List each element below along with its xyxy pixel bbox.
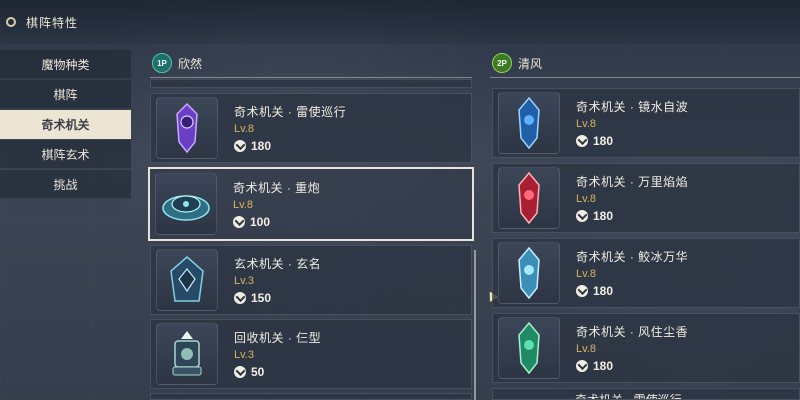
player2-badge: 2P — [492, 53, 512, 73]
mechanism-level: Lv.8 — [576, 268, 596, 280]
mechanism-card[interactable]: 奇术机关 · 镜水自波 Lv.8 180 — [492, 88, 800, 158]
cost-icon — [576, 210, 588, 222]
cost-icon — [576, 285, 588, 297]
mystic-tower-icon — [170, 256, 204, 302]
player1-header: 1P 欣然 — [152, 53, 202, 73]
mechanism-card[interactable]: 奇术机关 · 雷使巡行 Lv.8 180 — [150, 93, 472, 163]
mechanism-card-selected[interactable]: 奇术机关 · 重炮 Lv.8 100 — [148, 167, 474, 241]
cost-icon — [576, 135, 588, 147]
mechanism-cost: 180 — [593, 134, 614, 148]
mechanism-level: Lv.8 — [234, 123, 254, 135]
player1-divider — [150, 77, 472, 78]
mechanism-cost: 100 — [250, 215, 271, 229]
player1-card-partial-bottom[interactable] — [150, 393, 472, 400]
cost-icon — [576, 360, 588, 372]
mechanism-level: Lv.3 — [234, 349, 254, 361]
mechanism-level: Lv.8 — [233, 199, 253, 211]
mechanism-name: 奇术机关 · 镜水自波 — [576, 100, 689, 114]
ice-tower-icon — [518, 246, 540, 300]
mechanism-cost: 50 — [251, 365, 265, 379]
mechanism-thumbnail — [498, 92, 560, 154]
mechanism-card[interactable]: 回收机关 · 仨型 Lv.3 50 — [150, 319, 472, 389]
mechanism-level: Lv.8 — [576, 193, 596, 205]
mechanism-level: Lv.3 — [234, 275, 254, 287]
mechanism-thumbnail — [155, 173, 217, 235]
sidebar-item-formation[interactable]: 棋阵 — [0, 80, 131, 109]
mechanism-cost: 180 — [251, 139, 272, 153]
player2-header: 2P 清风 — [492, 53, 542, 73]
mechanism-thumbnail — [498, 167, 560, 229]
mechanism-thumbnail — [498, 242, 560, 304]
mirror-water-tower-icon — [518, 96, 540, 150]
wind-tower-icon — [518, 321, 540, 375]
mechanism-cost: 180 — [593, 359, 614, 373]
player1-badge: 1P — [152, 53, 172, 73]
mechanism-name: 奇术机关 · 重炮 — [233, 181, 321, 195]
mechanism-name: 回收机关 · 仨型 — [234, 331, 322, 345]
mechanism-card[interactable]: 奇术机关 · 鲛冰万华 Lv.8 180 — [492, 238, 800, 308]
top-bar: 棋阵特性 — [0, 0, 800, 44]
mechanism-card[interactable]: 玄术机关 · 玄名 Lv.3 150 — [150, 245, 472, 315]
mechanism-name: 奇术机关 · 鲛冰万华 — [576, 250, 689, 264]
lightning-tower-icon — [176, 102, 198, 154]
mechanism-level: Lv.8 — [576, 343, 596, 355]
mechanism-name: 奇术机关 · 风住尘香 — [576, 325, 689, 339]
flame-tower-icon — [518, 171, 540, 225]
sidebar-item-formation-arts[interactable]: 棋阵玄术 — [0, 140, 131, 169]
mechanism-cost: 150 — [251, 291, 272, 305]
mechanism-thumbnail — [156, 323, 218, 385]
cost-icon — [234, 366, 246, 378]
player2-card-partial-bottom[interactable]: 奇术机关 · 雷使巡行 — [492, 388, 800, 400]
mechanism-name: 玄术机关 · 玄名 — [234, 257, 322, 271]
mechanism-cost: 180 — [593, 284, 614, 298]
mechanism-card[interactable]: 奇术机关 · 万里焰焰 Lv.8 180 — [492, 163, 800, 233]
cost-icon — [233, 216, 245, 228]
mechanism-card[interactable]: 奇术机关 · 风住尘香 Lv.8 180 — [492, 313, 800, 383]
mechanism-name-partial: 奇术机关 · 雷使巡行 — [575, 393, 682, 400]
recycle-lantern-icon — [172, 331, 202, 376]
cannon-ring-icon — [162, 195, 210, 221]
sidebar-item-mechanisms[interactable]: 奇术机关 — [0, 110, 131, 139]
sidebar-item-monster-types[interactable]: 魔物种类 — [0, 50, 131, 79]
cost-icon — [234, 292, 246, 304]
player2-name: 清风 — [518, 56, 543, 71]
mechanism-thumbnail — [498, 317, 560, 379]
mechanism-thumbnail — [156, 97, 218, 159]
player1-card-partial-top[interactable] — [150, 79, 472, 88]
cost-icon — [234, 140, 246, 152]
mechanism-name: 奇术机关 · 雷使巡行 — [234, 105, 347, 119]
mechanism-name: 奇术机关 · 万里焰焰 — [576, 175, 689, 189]
sidebar: 魔物种类 棋阵 奇术机关 棋阵玄术 挑战 — [0, 50, 131, 200]
scrollbar[interactable] — [474, 250, 476, 400]
sidebar-item-challenge[interactable]: 挑战 — [0, 170, 131, 199]
mechanism-thumbnail — [156, 249, 218, 311]
player2-divider — [490, 77, 800, 78]
circle-icon — [6, 17, 16, 27]
page-title: 棋阵特性 — [26, 15, 79, 30]
mechanism-cost: 180 — [593, 209, 614, 223]
mechanism-level: Lv.8 — [576, 118, 596, 130]
player1-name: 欣然 — [178, 56, 203, 71]
